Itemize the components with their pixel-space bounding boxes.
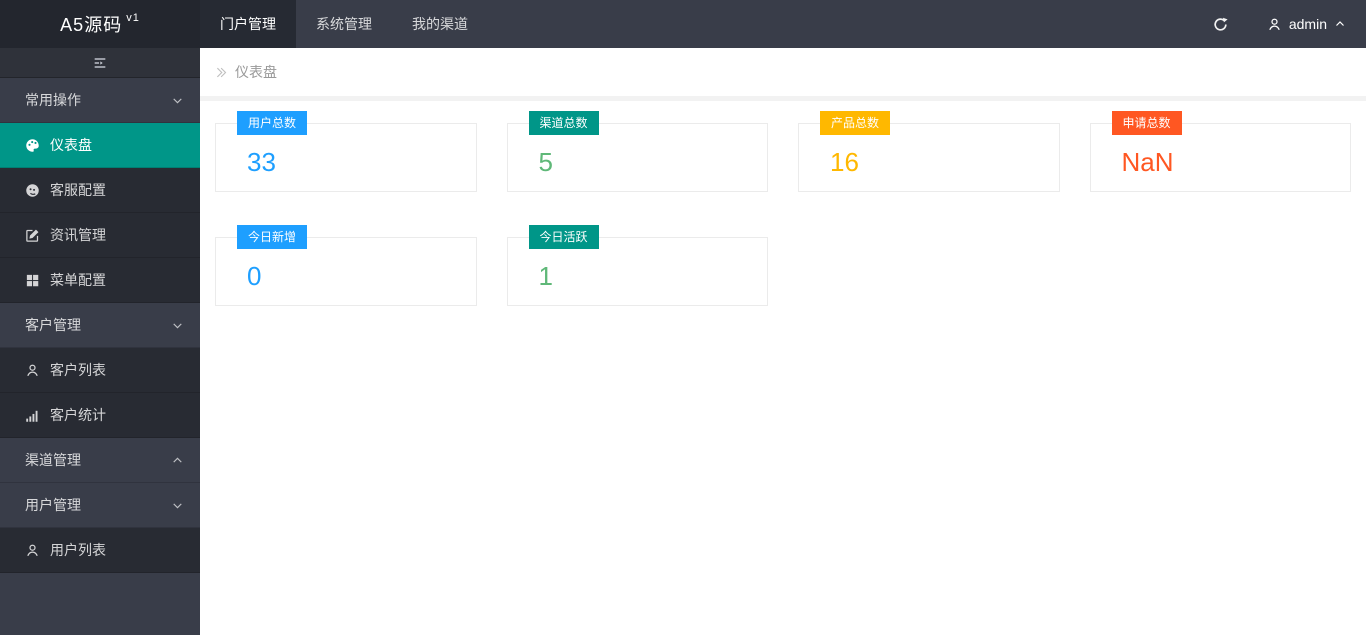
- sidebar-item-customer-list[interactable]: 客户列表: [0, 348, 200, 393]
- person-icon: [25, 363, 40, 378]
- dashboard-icon: [25, 138, 40, 153]
- sidebar-item-service-config[interactable]: 客服配置: [0, 168, 200, 213]
- chevron-down-icon: [171, 499, 184, 512]
- sidebar-group-label: 用户管理: [25, 497, 81, 513]
- stat-badge: 申请总数: [1111, 111, 1182, 135]
- sidebar-item-label: 客户统计: [50, 407, 106, 423]
- person-icon: [1267, 17, 1282, 32]
- chevron-down-icon: [171, 319, 184, 332]
- stat-badge: 今日活跃: [528, 225, 599, 249]
- shrink-menu-icon: [92, 55, 108, 71]
- app-logo[interactable]: A5源码 v1: [0, 0, 200, 48]
- stat-card-total-applications: 申请总数 NaN: [1089, 111, 1351, 192]
- top-header: A5源码 v1 门户管理 系统管理 我的渠道 admin: [0, 0, 1366, 48]
- user-menu[interactable]: admin: [1247, 0, 1366, 48]
- sidebar-item-dashboard[interactable]: 仪表盘: [0, 123, 200, 168]
- sidebar-group-label: 客户管理: [25, 317, 81, 333]
- stat-value: 33: [247, 147, 276, 177]
- stat-value: 0: [247, 261, 262, 291]
- app-title: A5源码: [60, 15, 123, 35]
- sidebar-group-customer-management[interactable]: 客户管理: [0, 303, 200, 348]
- username: admin: [1288, 16, 1327, 32]
- header-right-area: admin: [1195, 0, 1366, 48]
- dashboard-panel: 用户总数 33 渠道总数 5 产品总数 16 申请总数 NaN 今日新增 0 今…: [200, 101, 1366, 316]
- stat-badge: 渠道总数: [528, 111, 599, 135]
- sidebar-item-label: 菜单配置: [50, 272, 106, 288]
- bar-chart-icon: [25, 408, 40, 423]
- stat-card-total-users: 用户总数 33: [215, 111, 477, 192]
- sidebar-collapse-toggle[interactable]: [0, 48, 200, 78]
- sidebar-group-channel-management[interactable]: 渠道管理: [0, 438, 200, 483]
- chevron-up-icon: [1334, 18, 1346, 30]
- top-nav-system-management[interactable]: 系统管理: [296, 0, 392, 48]
- stat-value: 1: [538, 261, 553, 291]
- refresh-icon[interactable]: [1195, 0, 1247, 48]
- main-content: 仪表盘 用户总数 33 渠道总数 5 产品总数 16 申请总数 NaN 今日新增…: [200, 48, 1366, 635]
- stat-card-total-channels: 渠道总数 5: [506, 111, 768, 192]
- sidebar-group-common-ops[interactable]: 常用操作: [0, 78, 200, 123]
- sidebar-group-user-management[interactable]: 用户管理: [0, 483, 200, 528]
- sidebar-item-label: 用户列表: [50, 542, 106, 558]
- stat-card-active-today: 今日活跃 1: [506, 225, 768, 306]
- sidebar-item-news-management[interactable]: 资讯管理: [0, 213, 200, 258]
- sidebar-item-customer-stats[interactable]: 客户统计: [0, 393, 200, 438]
- sidebar-group-label: 常用操作: [25, 92, 81, 108]
- service-icon: [25, 183, 40, 198]
- top-nav: 门户管理 系统管理 我的渠道: [200, 0, 488, 48]
- sidebar-item-label: 资讯管理: [50, 227, 106, 243]
- stat-value: 5: [538, 147, 553, 177]
- top-nav-portal-management[interactable]: 门户管理: [200, 0, 296, 48]
- stat-value: NaN: [1121, 147, 1174, 177]
- breadcrumb: 仪表盘: [200, 48, 1366, 96]
- top-nav-my-channels[interactable]: 我的渠道: [392, 0, 488, 48]
- sidebar-item-label: 客户列表: [50, 362, 106, 378]
- chevron-up-icon: [171, 454, 184, 467]
- stat-badge: 用户总数: [237, 111, 308, 135]
- sidebar-item-menu-config[interactable]: 菜单配置: [0, 258, 200, 303]
- sidebar: 常用操作 仪表盘 客服配置 资讯管理 菜单配置 客户管理 客户列表 客户统计 渠…: [0, 48, 200, 635]
- stat-value: 16: [830, 147, 859, 177]
- person-icon: [25, 543, 40, 558]
- sidebar-item-label: 仪表盘: [50, 137, 92, 153]
- sidebar-group-label: 渠道管理: [25, 452, 81, 468]
- chevron-down-icon: [171, 94, 184, 107]
- sidebar-item-label: 客服配置: [50, 182, 106, 198]
- stat-card-total-products: 产品总数 16: [798, 111, 1060, 192]
- double-chevron-right-icon: [213, 65, 228, 80]
- stat-badge: 今日新增: [237, 225, 308, 249]
- sidebar-item-user-list[interactable]: 用户列表: [0, 528, 200, 573]
- breadcrumb-current: 仪表盘: [235, 64, 277, 80]
- stat-badge: 产品总数: [820, 111, 891, 135]
- app-version: v1: [126, 12, 140, 24]
- stats-grid: 用户总数 33 渠道总数 5 产品总数 16 申请总数 NaN 今日新增 0 今…: [215, 111, 1351, 306]
- grid-icon: [25, 273, 40, 288]
- stat-card-new-today: 今日新增 0: [215, 225, 477, 306]
- edit-icon: [25, 228, 40, 243]
